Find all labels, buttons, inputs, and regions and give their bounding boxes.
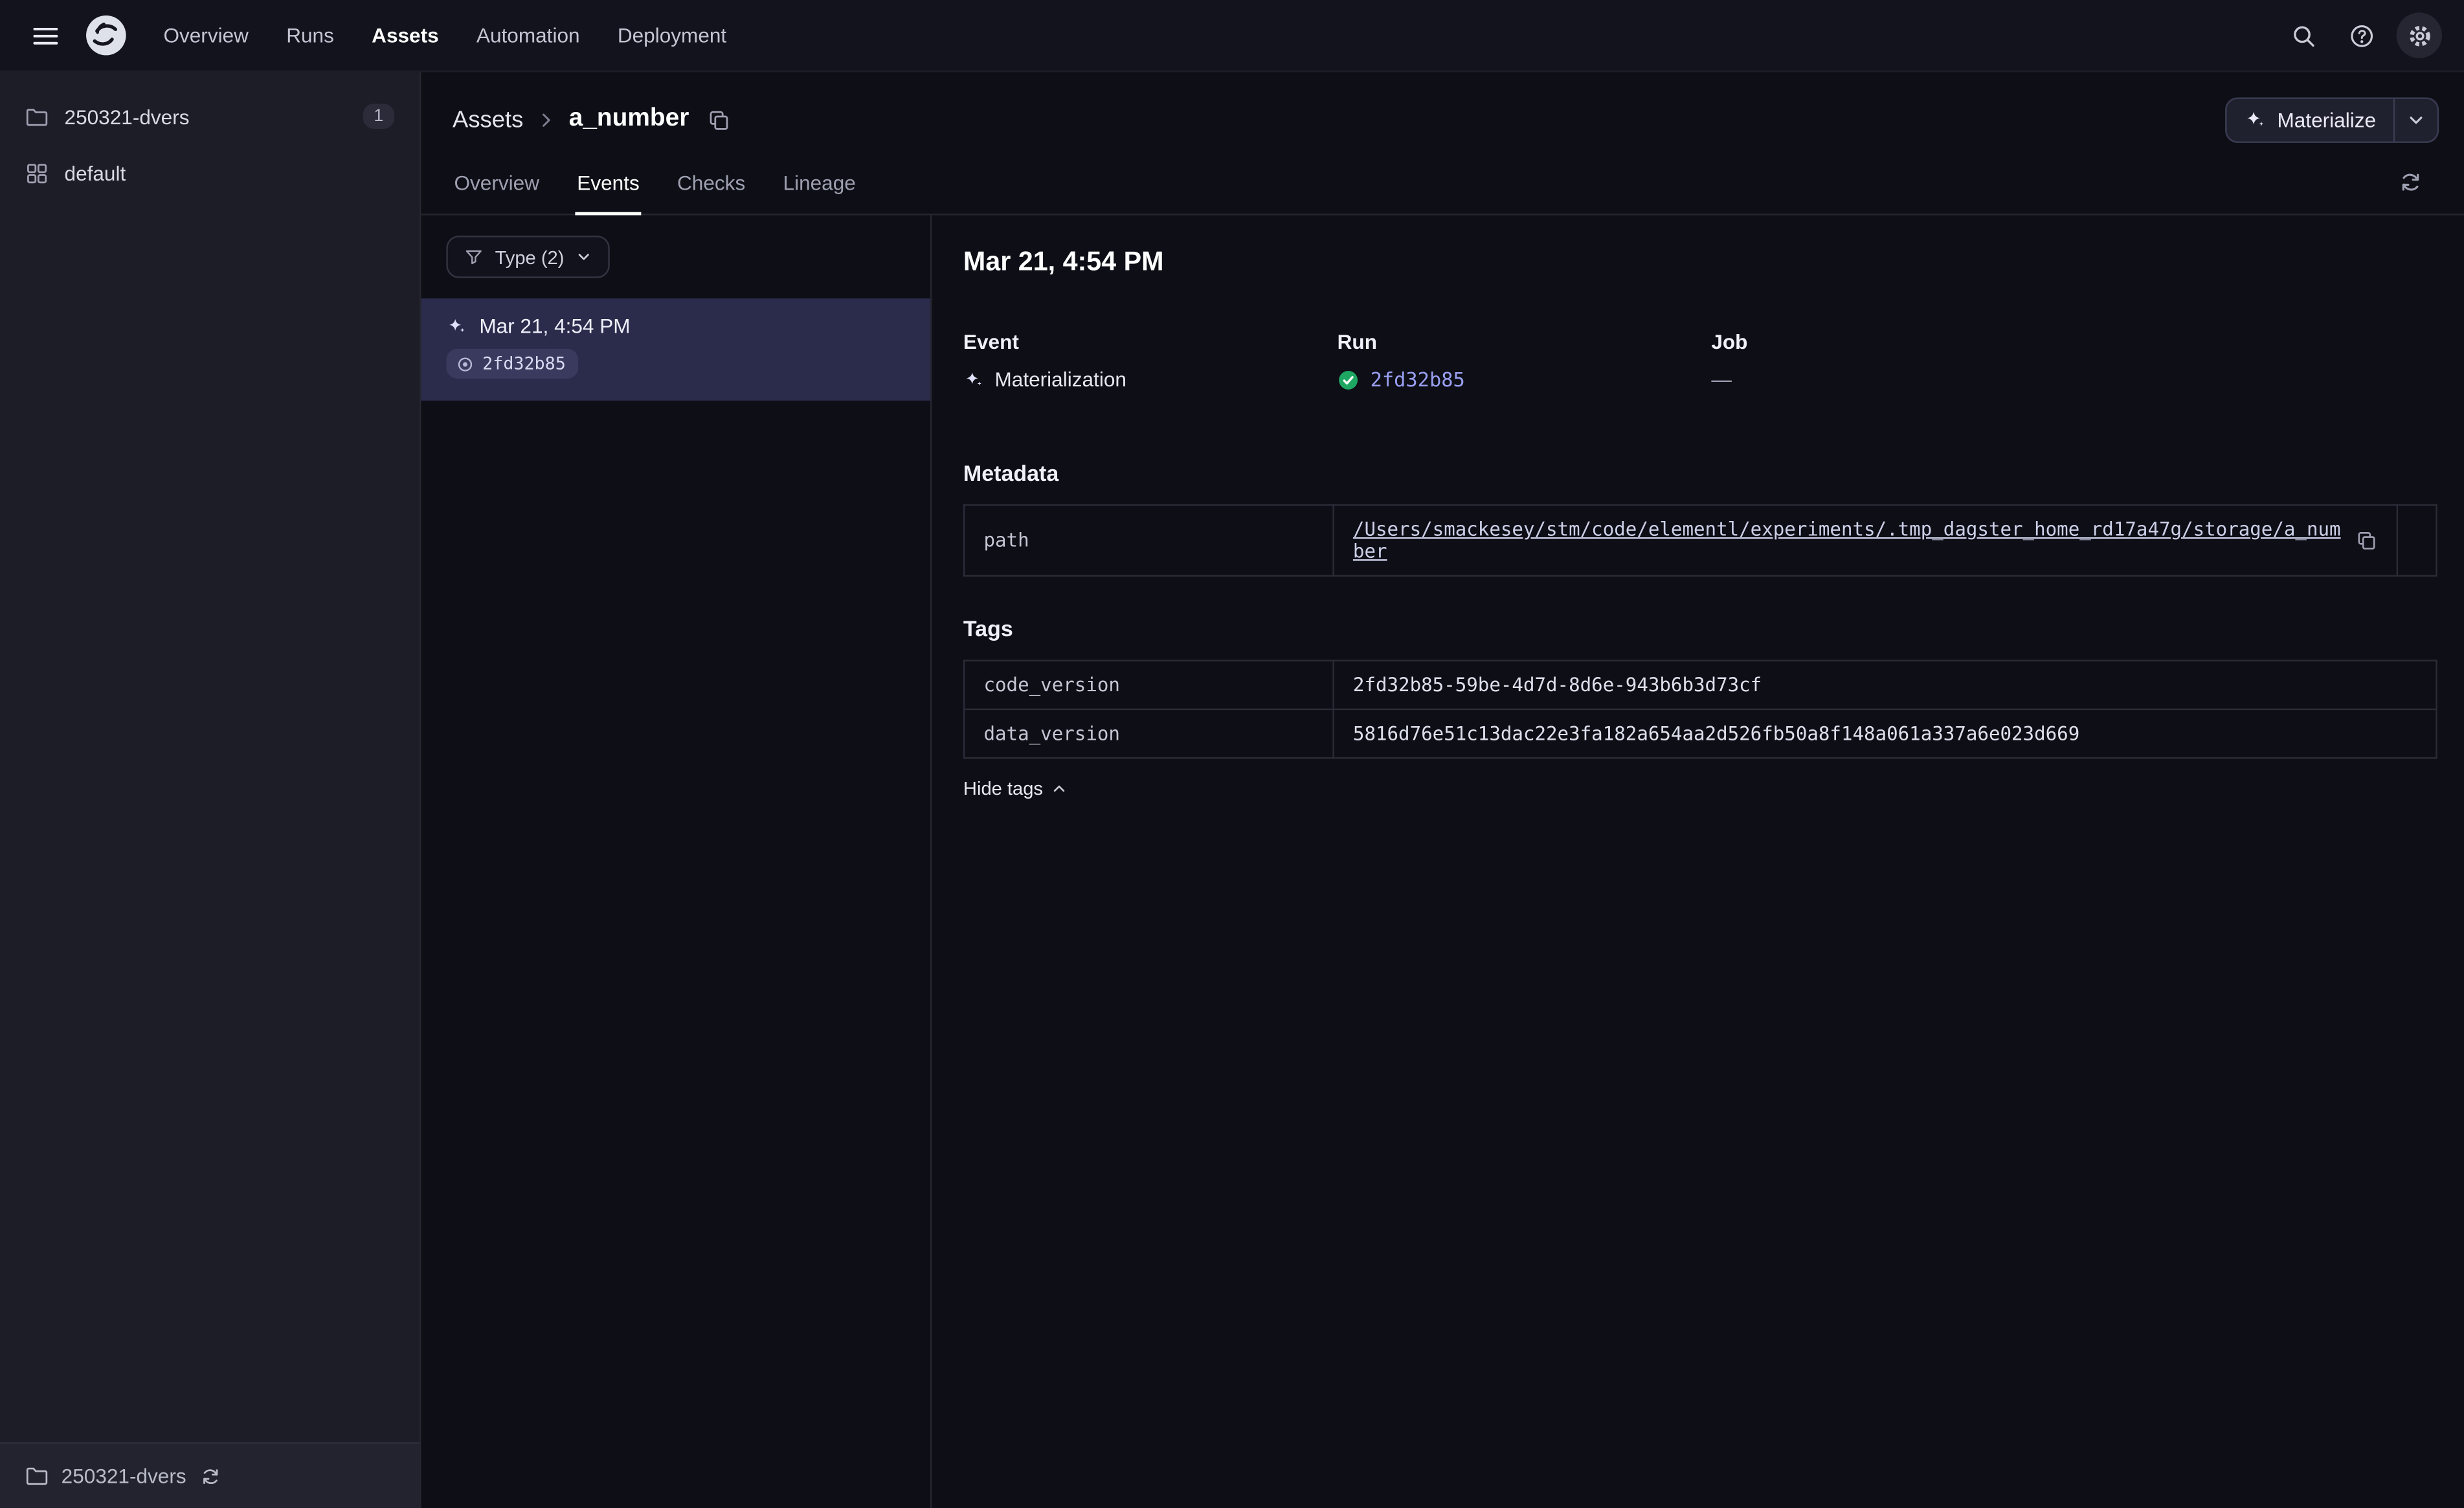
nav-item-automation[interactable]: Automation xyxy=(461,14,596,57)
event-timestamp-heading: Mar 21, 4:54 PM xyxy=(963,247,1164,277)
asset-name-title: a_number xyxy=(568,105,689,132)
search-button[interactable] xyxy=(2280,12,2325,58)
sidebar-list: 250321-dvers 1 default xyxy=(0,72,420,1443)
copy-icon xyxy=(710,110,729,129)
metadata-table: path /Users/smackesey/stm/code/elementl/… xyxy=(963,504,2437,577)
sidebar-footer-label: 250321-dvers xyxy=(61,1464,186,1488)
hamburger-menu-button[interactable] xyxy=(22,12,69,59)
caret-down-icon xyxy=(2410,116,2423,124)
sync-icon xyxy=(199,1465,221,1487)
folder-icon xyxy=(25,104,49,128)
materialization-sparkle-icon xyxy=(446,316,467,337)
nav-item-assets[interactable]: Assets xyxy=(356,14,454,57)
run-success-check-icon xyxy=(1338,368,1360,390)
breadcrumb-assets-link[interactable]: Assets xyxy=(453,106,523,133)
hide-tags-link[interactable]: Hide tags xyxy=(963,777,1066,800)
run-status-icon xyxy=(456,354,475,373)
tag-value: 2fd32b85-59be-4d7d-8d6e-943b6b3d73cf xyxy=(1332,660,2437,711)
tab-checks[interactable]: Checks xyxy=(676,151,747,216)
metadata-key: path xyxy=(963,504,1334,577)
event-list-item[interactable]: Mar 21, 4:54 PM 2fd32b85 xyxy=(421,298,930,400)
filter-funnel-icon xyxy=(464,247,484,267)
asset-catalog-sidebar: 250321-dvers 1 default 250321-dvers xyxy=(0,72,421,1508)
nav-item-runs[interactable]: Runs xyxy=(271,14,350,57)
event-list-panel: Type (2) Mar 21, 4:54 PM 2fd32b85 xyxy=(421,215,932,1508)
event-type-value: Materialization xyxy=(994,367,1126,392)
run-id-badge[interactable]: 2fd32b85 xyxy=(446,348,579,379)
breadcrumb: Assets a_number xyxy=(453,105,732,134)
type-filter-label: Type (2) xyxy=(495,245,565,268)
materialize-button-label: Materialize xyxy=(2277,107,2377,131)
sidebar-item-group-default[interactable]: default xyxy=(0,144,420,201)
table-row: data_version 5816d76e51c13dac22e3fa182a6… xyxy=(963,708,2437,759)
table-row: path /Users/smackesey/stm/code/elementl/… xyxy=(963,504,2437,577)
job-column-label: Job xyxy=(1711,329,1748,354)
materialize-button[interactable]: Materialize xyxy=(2227,98,2393,141)
tag-value: 5816d76e51c13dac22e3fa182a654aa2d526fb50… xyxy=(1332,708,2437,759)
app-window: Overview Runs Assets Automation Deployme… xyxy=(0,0,2464,1508)
tags-table: code_version 2fd32b85-59be-4d7d-8d6e-943… xyxy=(963,660,2437,759)
hamburger-icon xyxy=(33,27,58,44)
folder-icon xyxy=(25,1464,49,1487)
search-icon xyxy=(2292,25,2314,46)
type-filter-button[interactable]: Type (2) xyxy=(446,236,610,278)
job-value: — xyxy=(1711,367,1732,392)
help-icon xyxy=(2350,24,2372,47)
dagster-logo-icon xyxy=(82,12,129,59)
sidebar-footer-code-location[interactable]: 250321-dvers xyxy=(0,1442,420,1508)
tag-key: code_version xyxy=(963,660,1334,711)
page-header: Assets a_number Materialize xyxy=(421,72,2464,151)
asset-group-icon xyxy=(25,161,49,184)
tab-overview[interactable]: Overview xyxy=(453,151,541,216)
materialization-sparkle-icon xyxy=(963,369,984,390)
run-id-badge-label: 2fd32b85 xyxy=(482,353,566,374)
asset-count-badge: 1 xyxy=(363,104,395,129)
hide-tags-label: Hide tags xyxy=(963,777,1044,800)
sidebar-item-label: default xyxy=(64,161,126,185)
tags-heading: Tags xyxy=(963,615,1013,641)
tab-events[interactable]: Events xyxy=(575,151,642,216)
sidebar-item-label: 250321-dvers xyxy=(64,104,190,128)
nav-item-deployment[interactable]: Deployment xyxy=(602,14,743,57)
copy-path-button[interactable] xyxy=(2356,529,2378,551)
sync-icon xyxy=(2402,173,2419,191)
table-row: code_version 2fd32b85-59be-4d7d-8d6e-943… xyxy=(963,660,2437,711)
asset-detail-page: Assets a_number Materialize Overview Eve… xyxy=(421,72,2464,1508)
main-nav: Overview Runs Assets Automation Deployme… xyxy=(148,14,742,57)
gear-icon xyxy=(2409,25,2430,46)
materialize-dropdown-button[interactable] xyxy=(2395,98,2437,141)
event-column-label: Event xyxy=(963,329,1019,354)
copy-icon xyxy=(2358,532,2375,550)
metadata-path-link[interactable]: /Users/smackesey/stm/code/elementl/exper… xyxy=(1353,518,2343,562)
copy-asset-name-button[interactable] xyxy=(708,107,731,131)
materialize-split-button: Materialize xyxy=(2225,96,2439,142)
topnav-actions xyxy=(2280,12,2443,58)
tag-key: data_version xyxy=(963,708,1334,759)
sparkle-icon xyxy=(2247,111,2264,126)
settings-button[interactable] xyxy=(2396,12,2443,58)
asset-tabs: Overview Events Checks Lineage xyxy=(421,151,2464,216)
event-summary-columns: Event Materialization Run 2fd32b85 Job — xyxy=(963,330,2437,392)
top-nav: Overview Runs Assets Automation Deployme… xyxy=(0,0,2464,72)
help-button[interactable] xyxy=(2338,12,2384,58)
run-column-label: Run xyxy=(1337,329,1377,354)
caret-up-icon xyxy=(1053,785,1064,792)
nav-item-overview[interactable]: Overview xyxy=(148,14,264,57)
metadata-heading: Metadata xyxy=(963,460,1059,486)
tab-lineage[interactable]: Lineage xyxy=(781,151,857,216)
event-detail-panel: Mar 21, 4:54 PM Event Materialization Ru… xyxy=(932,216,2464,1508)
chevron-down-icon xyxy=(578,254,589,260)
chevron-right-icon xyxy=(536,109,557,130)
refresh-button[interactable] xyxy=(2388,161,2432,205)
metadata-action-cell xyxy=(2396,504,2437,577)
sidebar-item-code-location[interactable]: 250321-dvers 1 xyxy=(0,88,420,144)
run-id-link[interactable]: 2fd32b85 xyxy=(1371,368,1465,391)
event-item-timestamp: Mar 21, 4:54 PM xyxy=(479,314,631,338)
